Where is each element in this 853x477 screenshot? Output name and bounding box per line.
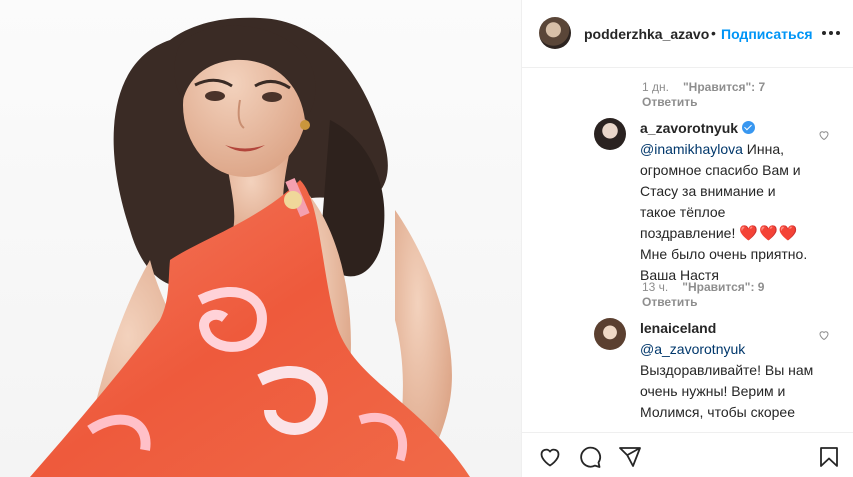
comment-likes[interactable]: "Нравится": 7: [683, 80, 765, 94]
comment-like-heart-icon[interactable]: [818, 329, 830, 341]
comment-mention[interactable]: @a_zavorotnyuk: [640, 341, 745, 357]
comment-time[interactable]: 1 дн.: [642, 80, 669, 94]
comment-like-heart-icon[interactable]: [818, 129, 830, 141]
action-bar: [522, 432, 853, 477]
photo-illustration: [30, 17, 470, 477]
comment-body: lenaiceland @a_zavorotnyuk Выздоравливай…: [640, 318, 815, 430]
heart-icon[interactable]: [538, 445, 562, 469]
comment-meta: 1 дн. "Нравится": 7 Ответить: [642, 80, 765, 110]
comment-body: a_zavorotnyuk @inamikhaylova Инна, огром…: [640, 118, 815, 286]
comment-mention[interactable]: @inamikhaylova: [640, 141, 743, 157]
comment-author[interactable]: a_zavorotnyuk: [640, 120, 738, 136]
comment-author[interactable]: lenaiceland: [640, 320, 716, 336]
comment-avatar[interactable]: [594, 118, 626, 150]
post-side-panel: podderzhka_azavoi • Подписаться 1 дн. "Нр…: [521, 0, 853, 477]
reply-button[interactable]: Ответить: [642, 295, 764, 310]
header-separator: •: [711, 25, 716, 41]
post-photo[interactable]: [0, 0, 521, 477]
comment-likes[interactable]: "Нравится": 9: [682, 280, 764, 294]
heart-emoji: ❤️❤️❤️: [739, 225, 799, 242]
share-icon[interactable]: [618, 445, 642, 469]
more-icon[interactable]: [822, 24, 840, 42]
bookmark-icon[interactable]: [817, 445, 841, 469]
follow-button[interactable]: Подписаться: [721, 26, 813, 42]
comment-text-end: Мне было очень приятно. Ваша Настя: [640, 246, 808, 283]
comment-time[interactable]: 13 ч.: [642, 280, 668, 294]
post-header: podderzhka_azavoi • Подписаться: [522, 0, 853, 68]
verified-badge-icon: [742, 121, 756, 134]
author-avatar[interactable]: [539, 17, 571, 49]
author-username[interactable]: podderzhka_azavoi: [584, 26, 710, 42]
comment-text: Выздоравливайте! Вы нам очень нужны! Вер…: [640, 362, 814, 430]
comment-meta: 13 ч. "Нравится": 9 Ответить: [642, 280, 764, 310]
comment-avatar[interactable]: [594, 318, 626, 350]
reply-button[interactable]: Ответить: [642, 95, 765, 110]
comment-icon[interactable]: [578, 445, 602, 469]
